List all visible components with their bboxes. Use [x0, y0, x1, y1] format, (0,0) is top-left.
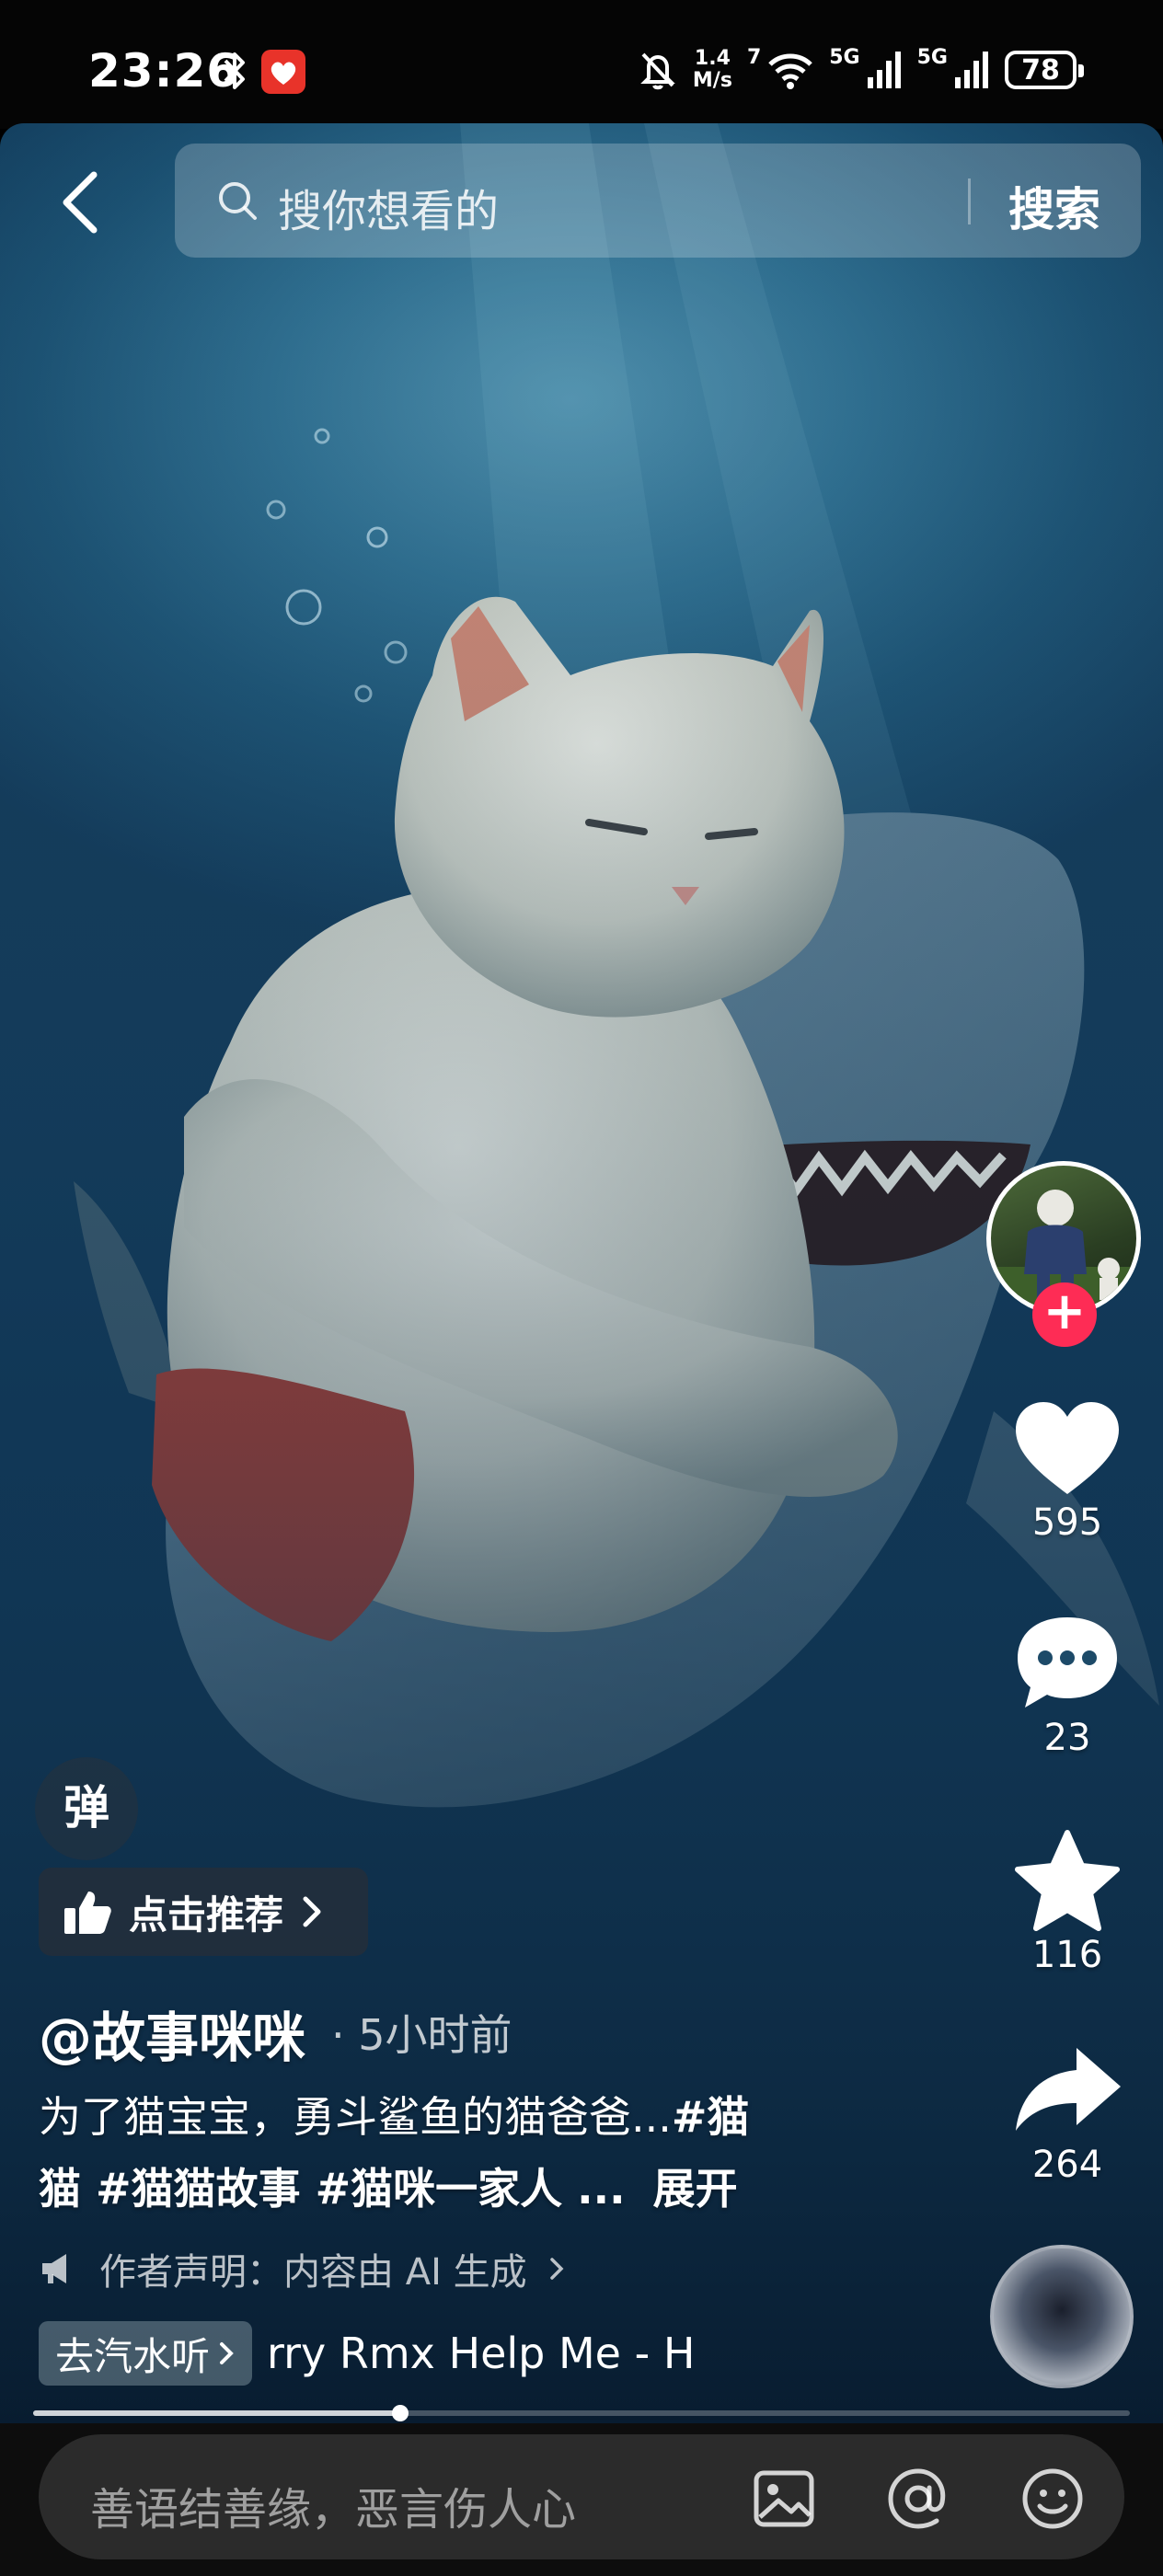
- video-player[interactable]: [0, 123, 1163, 2423]
- bluetooth-icon: [224, 52, 245, 89]
- app-badge-icon: [261, 50, 305, 94]
- chevron-right-icon: [220, 2342, 234, 2364]
- net-speed-unit: M/s: [692, 69, 732, 92]
- progress-fill: [33, 2410, 401, 2416]
- music-disc[interactable]: [990, 2245, 1134, 2388]
- search-button[interactable]: 搜索: [1008, 173, 1100, 239]
- recommend-label: 点击推荐: [129, 1892, 284, 1938]
- ai-notice-text: 作者声明：内容由 AI 生成: [99, 2251, 527, 2294]
- comment-count: 23: [1043, 1717, 1091, 1759]
- signal-icon: [867, 52, 901, 88]
- at-icon[interactable]: [885, 2466, 951, 2532]
- comment-placeholder: 善语结善缘，恶言伤人心: [90, 2484, 577, 2536]
- signal1-label: 5G: [829, 46, 860, 69]
- caption-text: 为了猫宝宝，勇斗鲨鱼的猫爸爸...: [39, 2092, 672, 2142]
- favorite-count: 116: [1031, 1934, 1103, 1976]
- back-button[interactable]: [52, 166, 107, 239]
- image-icon[interactable]: [751, 2466, 817, 2532]
- danmu-label: 弹: [63, 1781, 109, 1834]
- wifi-icon: [768, 53, 813, 89]
- ai-notice[interactable]: 作者声明：内容由 AI 生成: [39, 2241, 566, 2296]
- hashtag[interactable]: #猫: [672, 2092, 750, 2142]
- status-bar: 23:26 1.4 M/s 7 5G 5G 78: [0, 0, 1163, 129]
- chevron-right-icon: [549, 2258, 564, 2280]
- star-icon[interactable]: [1008, 1827, 1126, 1936]
- chevron-right-icon: [303, 1896, 321, 1927]
- music-title: rry Rmx Help Me - H: [267, 2329, 696, 2378]
- video-frame: [0, 123, 1163, 2423]
- search-icon: [219, 182, 257, 220]
- caption-line-1: 为了猫宝宝，勇斗鲨鱼的猫爸爸...#猫: [39, 2081, 848, 2153]
- music-tag-label: 去汽水听: [55, 2333, 211, 2379]
- thumbs-up-icon: [64, 1892, 111, 1934]
- search-input[interactable]: 搜你想看的: [278, 175, 499, 239]
- heart-icon[interactable]: [1008, 1395, 1126, 1503]
- share-count: 264: [1031, 2144, 1103, 2186]
- expand-link[interactable]: 展开: [653, 2164, 738, 2214]
- comment-input[interactable]: 善语结善缘，恶言伤人心: [39, 2434, 1124, 2559]
- like-count: 595: [1031, 1501, 1103, 1544]
- comment-icon[interactable]: [1008, 1610, 1126, 1719]
- progress-bar[interactable]: [33, 2405, 1130, 2421]
- follow-button[interactable]: +: [1032, 1282, 1097, 1347]
- music-row[interactable]: 去汽水听 rry Rmx Help Me - H: [39, 2320, 745, 2386]
- signal-icon: [955, 52, 988, 88]
- status-indicators: 1.4 M/s 7 5G 5G 78: [638, 40, 1084, 99]
- open-music-app-tag[interactable]: 去汽水听: [39, 2321, 253, 2386]
- mute-icon: [640, 52, 675, 90]
- hashtags[interactable]: 猫 #猫猫故事 #猫咪一家人 ...: [39, 2164, 626, 2214]
- danmu-toggle-button[interactable]: 弹: [35, 1757, 138, 1860]
- search-bar[interactable]: 搜你想看的 搜索: [175, 144, 1141, 258]
- battery-level: 78: [1021, 53, 1060, 86]
- recommend-button[interactable]: 点击推荐: [39, 1868, 368, 1956]
- caption-line-2: 猫 #猫猫故事 #猫咪一家人 ... 展开: [39, 2153, 848, 2225]
- search-divider: [968, 178, 971, 224]
- battery-indicator: 78: [1005, 51, 1084, 89]
- megaphone-icon: [42, 2254, 66, 2283]
- post-caption[interactable]: 为了猫宝宝，勇斗鲨鱼的猫爸爸...#猫 猫 #猫猫故事 #猫咪一家人 ... 展开: [39, 2081, 848, 2225]
- share-icon[interactable]: [1008, 2039, 1126, 2147]
- author-name[interactable]: @故事咪咪: [39, 1995, 305, 2072]
- signal2-label: 5G: [916, 46, 948, 69]
- net-speed: 1.4 M/s: [693, 48, 732, 92]
- status-time: 23:26: [88, 44, 240, 98]
- post-time: · 5小时前: [331, 2010, 512, 2060]
- wifi-label: 7: [746, 46, 762, 69]
- net-speed-value: 1.4: [694, 47, 731, 70]
- emoji-icon[interactable]: [1019, 2466, 1086, 2532]
